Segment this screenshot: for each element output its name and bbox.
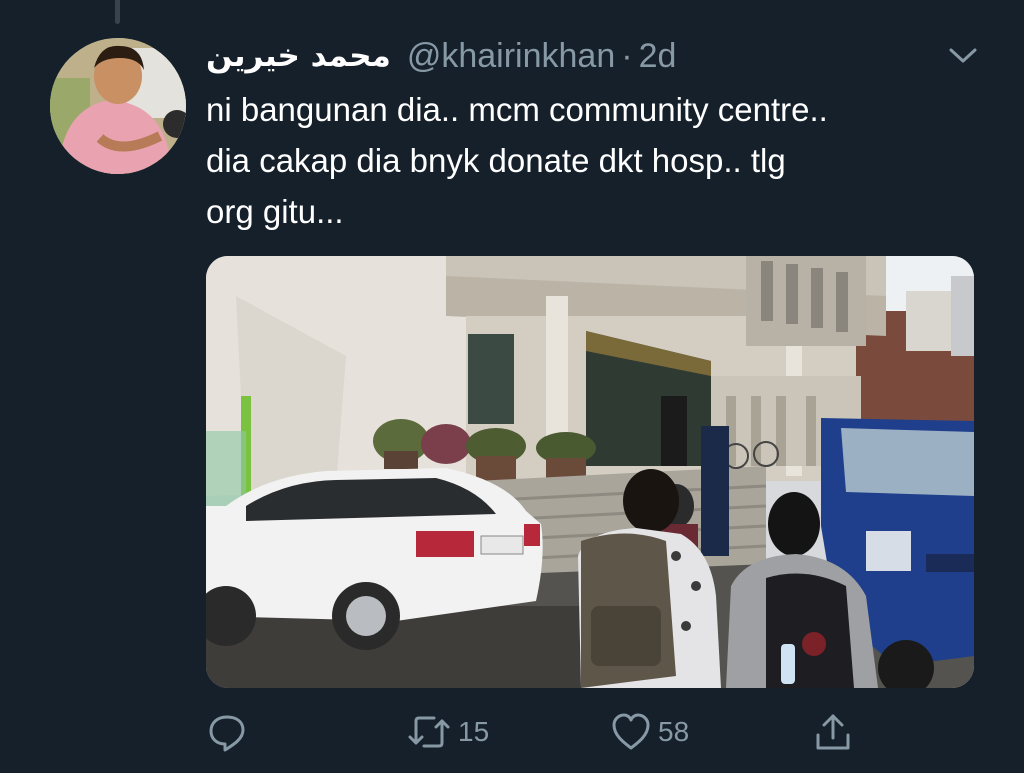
chevron-down-icon[interactable] — [946, 40, 980, 70]
tweet-text: ni bangunan dia.. mcm community centre..… — [206, 84, 996, 237]
like-count: 58 — [658, 716, 690, 747]
retweet-button[interactable]: 15 — [406, 708, 489, 756]
retweet-count: 15 — [458, 716, 490, 747]
display-name[interactable]: محمد خيرين — [206, 38, 391, 74]
building-street-photo — [206, 256, 974, 688]
user-handle[interactable]: @khairinkhan — [407, 37, 615, 76]
share-icon — [816, 714, 850, 750]
avatar[interactable] — [50, 38, 186, 174]
reply-button[interactable] — [206, 708, 254, 756]
tweet-text-line: org gitu... — [206, 193, 344, 230]
separator-dot: · — [621, 36, 633, 75]
like-button[interactable]: 58 — [610, 708, 689, 756]
thread-connector-line — [115, 0, 120, 24]
heart-icon — [612, 713, 650, 750]
share-button[interactable] — [812, 708, 854, 756]
tweet-text-line: dia cakap dia bnyk donate dkt hosp.. tlg — [206, 142, 786, 179]
tweet-media-photo[interactable] — [206, 256, 974, 688]
tweet-text-line: ni bangunan dia.. mcm community centre.. — [206, 91, 828, 128]
avatar-photo — [50, 38, 186, 174]
tweet-action-bar: 15 58 — [0, 708, 1024, 756]
tweet-header: محمد خيرين @khairinkhan · 2d — [206, 34, 676, 78]
retweet-icon — [408, 716, 450, 748]
reply-icon — [209, 715, 245, 752]
timestamp[interactable]: 2d — [639, 37, 677, 76]
